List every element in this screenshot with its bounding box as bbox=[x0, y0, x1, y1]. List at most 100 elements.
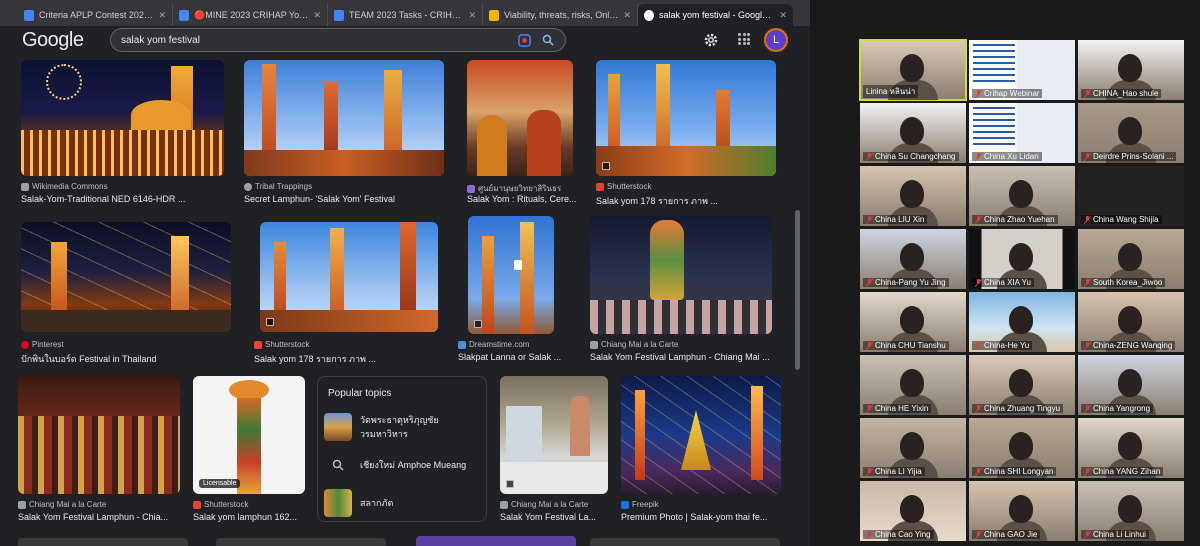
result-caption[interactable]: ปักพินในบอร์ด Festival in Thailand bbox=[21, 352, 236, 366]
image-result[interactable]: Licensable Shutterstock Salak yom lamphu… bbox=[193, 376, 308, 524]
result-thumbnail[interactable] bbox=[21, 60, 224, 176]
result-thumbnail[interactable] bbox=[596, 60, 776, 176]
browser-tab-active[interactable]: salak yom festival - Google Sear...✕ bbox=[638, 4, 793, 26]
participant-video bbox=[1118, 117, 1142, 145]
participant-tile[interactable]: China SHI Longyan bbox=[969, 418, 1075, 478]
search-icon[interactable] bbox=[541, 33, 555, 47]
result-caption[interactable]: Salak yom lamphun 162... bbox=[193, 512, 308, 522]
topic-label: เชียงใหม่ Amphoe Mueang bbox=[360, 460, 467, 470]
mic-muted-icon bbox=[865, 530, 874, 539]
result-caption[interactable]: Slakpat Lanna or Salak ... bbox=[458, 352, 573, 362]
participant-tile[interactable]: Crihap Webinar bbox=[969, 40, 1075, 100]
participant-tile[interactable]: China LI Yijia bbox=[860, 418, 966, 478]
image-result[interactable]: Tribal Trappings Secret Lamphun- 'Salak … bbox=[244, 60, 449, 208]
result-thumbnail[interactable] bbox=[244, 60, 444, 176]
popular-topic-item[interactable]: วัดพระธาตุหริภุญชัยวรมหาวิหาร bbox=[324, 411, 484, 443]
browser-tab-2[interactable]: 🔴MINE 2023 CRIHAP Youth Y3...✕ bbox=[173, 4, 328, 26]
result-caption[interactable]: Salak Yom : Rituals, Cere... bbox=[467, 194, 582, 204]
close-icon[interactable]: ✕ bbox=[623, 10, 631, 21]
account-avatar[interactable]: L bbox=[764, 28, 788, 52]
search-input[interactable]: salak yom festival bbox=[121, 35, 507, 46]
result-caption[interactable]: Salak-Yom-Traditional NED 6146-HDR ... bbox=[21, 194, 226, 204]
mic-muted-icon bbox=[1083, 467, 1092, 476]
participant-tile[interactable]: China HE Yixin bbox=[860, 355, 966, 415]
participant-tile[interactable]: South Korea_Jiwoo bbox=[1078, 229, 1184, 289]
participant-tile[interactable]: China Wang Shijia bbox=[1078, 166, 1184, 226]
participant-name-label: China GAO Jie bbox=[984, 530, 1038, 539]
participant-tile[interactable]: China Zhao Yuehan bbox=[969, 166, 1075, 226]
result-thumbnail[interactable] bbox=[467, 60, 573, 176]
result-thumbnail[interactable] bbox=[260, 222, 438, 332]
participant-tile[interactable]: China Cao Ying bbox=[860, 481, 966, 541]
apps-grid-icon[interactable] bbox=[738, 33, 750, 45]
result-thumbnail[interactable] bbox=[468, 216, 554, 334]
result-thumbnail[interactable] bbox=[21, 222, 231, 332]
scrollbar[interactable] bbox=[795, 60, 801, 546]
popular-topic-item[interactable]: สลากภัต bbox=[324, 487, 484, 519]
participant-tile[interactable]: China-ZENG Wanqing bbox=[1078, 292, 1184, 352]
result-caption[interactable]: Salak yom 178 รายการ ภาพ ... bbox=[254, 352, 444, 366]
participant-name: China GAO Jie bbox=[972, 530, 1041, 539]
image-result[interactable]: Wikimedia Commons Salak-Yom-Traditional … bbox=[21, 60, 226, 208]
result-caption[interactable]: Secret Lamphun- 'Salak Yom' Festival bbox=[244, 194, 449, 204]
participant-tile[interactable]: Linina หลินน่า bbox=[859, 39, 967, 101]
close-icon[interactable]: ✕ bbox=[158, 10, 166, 21]
participant-tile[interactable]: China Zhuang Tingyu bbox=[969, 355, 1075, 415]
participant-tile[interactable]: China CHU Tianshu bbox=[860, 292, 966, 352]
image-result[interactable]: Chiang Mai a la Carte Salak Yom Festival… bbox=[590, 216, 778, 366]
participant-tile[interactable]: China XIA Yu bbox=[969, 229, 1075, 289]
participant-tile[interactable]: China-He Yu bbox=[969, 292, 1075, 352]
result-thumbnail[interactable] bbox=[590, 216, 772, 334]
participant-tile[interactable]: China Xu Lidan bbox=[969, 103, 1075, 163]
scrollbar-thumb[interactable] bbox=[795, 210, 800, 370]
tab-title: 🔴MINE 2023 CRIHAP Youth Y3... bbox=[194, 9, 310, 20]
result-thumbnail[interactable] bbox=[18, 376, 180, 494]
participant-tile[interactable]: China-Pang Yu Jing bbox=[860, 229, 966, 289]
image-result[interactable]: Freepik Premium Photo | Salak-yom thai f… bbox=[621, 376, 786, 524]
image-result[interactable]: Dreamstime.com Slakpat Lanna or Salak ..… bbox=[458, 216, 573, 366]
participant-tile[interactable]: China Yangrong bbox=[1078, 355, 1184, 415]
participant-tile[interactable]: China Su Changchang bbox=[860, 103, 966, 163]
image-result[interactable]: ศูนย์มานุษยวิทยาสิรินธร Salak Yom : Ritu… bbox=[467, 60, 582, 208]
result-caption[interactable]: Premium Photo | Salak-yom thai fe... bbox=[621, 512, 786, 522]
participant-tile[interactable]: CHINA_Hao shule bbox=[1078, 40, 1184, 100]
result-thumbnail[interactable] bbox=[500, 376, 608, 494]
site-favicon-icon bbox=[596, 182, 604, 191]
google-logo[interactable]: Google bbox=[22, 29, 84, 52]
result-caption[interactable]: Salak Yom Festival La... bbox=[500, 512, 612, 522]
participant-tile[interactable]: Deirdre Prins-Solani ... bbox=[1078, 103, 1184, 163]
close-icon[interactable]: ✕ bbox=[313, 10, 321, 21]
popular-topic-item[interactable]: เชียงใหม่ Amphoe Mueang bbox=[324, 449, 484, 481]
search-bar[interactable]: salak yom festival bbox=[110, 28, 566, 52]
result-source: Dreamstime.com bbox=[458, 340, 529, 349]
lens-icon[interactable] bbox=[517, 33, 531, 47]
result-thumbnail[interactable] bbox=[621, 376, 781, 494]
image-result[interactable]: Shutterstock Salak yom 178 รายการ ภาพ ..… bbox=[254, 222, 444, 366]
browser-tab-3[interactable]: TEAM 2023 Tasks - CRIHAP You... ✕ bbox=[328, 4, 483, 26]
participant-tile[interactable]: China LIU Xin bbox=[860, 166, 966, 226]
participant-name: China Yangrong bbox=[1081, 404, 1154, 413]
participant-tile[interactable]: China GAO Jie bbox=[969, 481, 1075, 541]
result-caption[interactable]: Salak yom 178 รายการ ภาพ ... bbox=[596, 194, 778, 208]
result-thumbnail[interactable]: Licensable bbox=[193, 376, 305, 494]
participant-name-label: CHINA_Hao shule bbox=[1093, 89, 1159, 98]
browser-tab-4[interactable]: Viability, threats, risks, Online W...✕ bbox=[483, 4, 638, 26]
close-icon[interactable]: ✕ bbox=[468, 10, 476, 21]
participant-tile[interactable]: China Li Linhui bbox=[1078, 481, 1184, 541]
participant-tile[interactable]: China YANG Zihan bbox=[1078, 418, 1184, 478]
result-caption[interactable]: Salak Yom Festival Lamphun - Chia... bbox=[18, 512, 186, 522]
image-result[interactable]: Chiang Mai a la Carte Salak Yom Festival… bbox=[18, 376, 186, 524]
close-icon[interactable]: ✕ bbox=[779, 10, 787, 21]
image-result[interactable]: Shutterstock Salak yom 178 รายการ ภาพ ..… bbox=[596, 60, 778, 208]
browser-tab-1[interactable]: Criteria APLP Contest 2023.doc... ✕ bbox=[18, 4, 173, 26]
doc-favicon-icon bbox=[179, 9, 189, 21]
gear-icon[interactable] bbox=[703, 32, 719, 48]
site-favicon-icon bbox=[467, 184, 475, 193]
result-source: Pinterest bbox=[21, 340, 64, 349]
result-caption[interactable]: Salak Yom Festival Lamphun - Chiang Mai … bbox=[590, 352, 778, 362]
image-result[interactable]: Pinterest ปักพินในบอร์ด Festival in Thai… bbox=[21, 222, 236, 366]
mic-muted-icon bbox=[974, 89, 983, 98]
participant-video bbox=[1118, 495, 1142, 523]
image-result[interactable]: Chiang Mai a la Carte Salak Yom Festival… bbox=[500, 376, 612, 524]
topic-thumbnail bbox=[324, 489, 352, 517]
